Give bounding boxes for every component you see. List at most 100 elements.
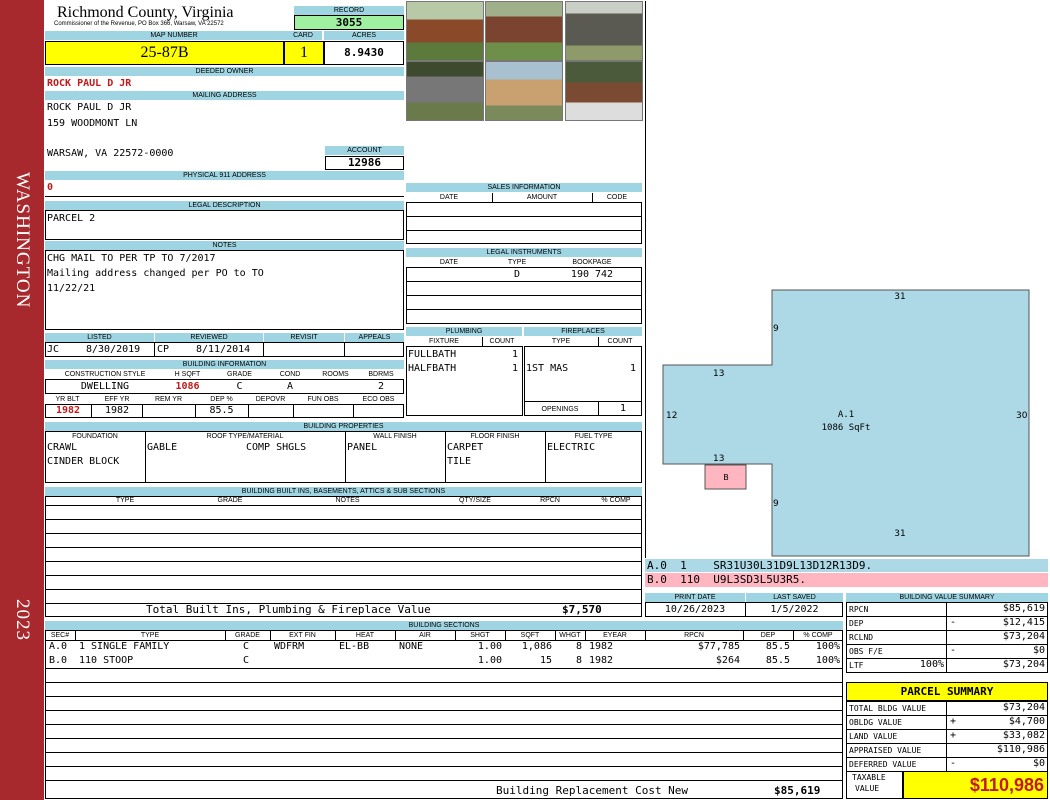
area-label: A.1 bbox=[838, 410, 854, 420]
bldg-grade: C bbox=[236, 381, 243, 392]
section-sec: B.0 bbox=[49, 655, 68, 666]
dim-right: 30 bbox=[1016, 411, 1028, 421]
mail-line-2: 159 WOODMONT LN bbox=[47, 118, 138, 129]
appeals-label: APPEALS bbox=[345, 333, 404, 342]
bedrooms: 2 bbox=[377, 381, 385, 392]
account-value: 12986 bbox=[325, 156, 404, 170]
note-line-3: 11/22/21 bbox=[47, 283, 96, 294]
bvs-key: LTF bbox=[849, 661, 864, 670]
record-label: RECORD bbox=[294, 6, 404, 15]
property-photo-2 bbox=[485, 1, 563, 61]
bldg-cond: A bbox=[286, 381, 294, 392]
section-col-air: AIR bbox=[419, 632, 431, 639]
fireplaces-label: FIREPLACES bbox=[524, 327, 642, 336]
floor-finish-1: CARPET bbox=[447, 442, 484, 453]
summary-sign: - bbox=[950, 758, 957, 769]
legal-description: PARCEL 2 bbox=[47, 213, 96, 224]
record-value: 3055 bbox=[294, 15, 404, 30]
plumbing-fixture-2: HALFBATH bbox=[408, 363, 457, 374]
dim-notch-top: 13 bbox=[713, 369, 724, 379]
dim-bottom: 31 bbox=[894, 529, 905, 539]
section-type: 110 STOOP bbox=[79, 655, 134, 666]
property-photo-1 bbox=[406, 1, 484, 61]
section-col-heat: HEAT bbox=[355, 632, 375, 639]
summary-key: TOTAL BLDG VALUE bbox=[849, 704, 927, 713]
legal-description-label: LEGAL DESCRIPTION bbox=[45, 201, 404, 210]
section-col-grade: GRADE bbox=[235, 632, 260, 639]
instrument-type: D bbox=[513, 269, 521, 280]
property-photo-4 bbox=[406, 61, 484, 121]
plumbing-fixture-1: FULLBATH bbox=[408, 349, 457, 360]
mailing-address-label: MAILING ADDRESS bbox=[45, 91, 404, 100]
section-grade: C bbox=[242, 641, 250, 652]
section-dep: 85.5 bbox=[765, 641, 790, 652]
construction-style: DWELLING bbox=[80, 381, 130, 392]
bvs-value: $12,415 bbox=[1002, 617, 1045, 628]
bvs-key: RPCN bbox=[849, 605, 869, 614]
dim-leftmost: 12 bbox=[666, 411, 677, 421]
print-date: 10/26/2023 bbox=[664, 604, 726, 615]
note-line-2: Mailing address changed per PO to TO bbox=[47, 268, 264, 279]
reviewed-label: REVIEWED bbox=[155, 333, 263, 342]
replacement-cost-label: Building Replacement Cost New bbox=[496, 784, 689, 797]
section-col-comp: % COMP bbox=[803, 632, 833, 639]
summary-value: $0 bbox=[1032, 758, 1045, 769]
listed-date: 8/30/2019 bbox=[86, 344, 141, 355]
account-label: ACCOUNT bbox=[325, 146, 404, 155]
sketch-line-b: B.0 110 U9L3SD3L5U3R5. bbox=[647, 573, 806, 586]
section-type: 1 SINGLE FAMILY bbox=[79, 641, 170, 652]
listed-label: LISTED bbox=[45, 333, 154, 342]
county-title: Richmond County, Virginia bbox=[57, 4, 234, 21]
section-comp: 100% bbox=[815, 655, 840, 666]
physical-address-label: PHYSICAL 911 ADDRESS bbox=[45, 171, 404, 180]
foundation-1: CRAWL bbox=[47, 442, 78, 453]
summary-key: OBLDG VALUE bbox=[849, 718, 902, 727]
side-label-bottom: WASHINGTON bbox=[12, 171, 33, 309]
builtins-total-label: Total Built Ins, Plumbing & Fireplace Va… bbox=[146, 603, 431, 616]
card-label: CARD bbox=[284, 31, 322, 40]
section-rpcn: $264 bbox=[715, 655, 740, 666]
taxable-label-2: VALUE bbox=[855, 784, 880, 793]
bvs-value: $0 bbox=[1032, 645, 1045, 656]
section-col-ext: EXT FIN bbox=[289, 632, 316, 639]
roof-type: GABLE bbox=[147, 442, 178, 453]
replacement-cost: $85,619 bbox=[774, 784, 821, 797]
property-photo-3 bbox=[565, 1, 643, 61]
sketch-area: 31 31 9 9 30 12 13 13 A.1 1086 SqFt B bbox=[645, 1, 1048, 558]
side-bar: WASHINGTON 2023 bbox=[0, 0, 44, 800]
sales-info-label: SALES INFORMATION bbox=[406, 183, 642, 192]
section-eyear: 1982 bbox=[589, 641, 614, 652]
last-saved-date: 1/5/2022 bbox=[770, 604, 819, 615]
section-whgt: 8 bbox=[575, 641, 582, 652]
section-shgt: 1.00 bbox=[477, 641, 502, 652]
summary-value: $73,204 bbox=[1002, 702, 1045, 713]
section-sqft: 1,086 bbox=[521, 641, 552, 652]
note-line-1: CHG MAIL TO PER TP TO 7/2017 bbox=[47, 253, 216, 264]
effective-year: 1982 bbox=[104, 405, 130, 416]
taxable-value: $110,986 bbox=[903, 771, 1048, 799]
bvs-value: $73,204 bbox=[1002, 631, 1045, 642]
summary-value: $33,082 bbox=[1002, 730, 1045, 741]
taxable-label-1: TAXABLE bbox=[852, 773, 886, 782]
summary-key: LAND VALUE bbox=[849, 732, 898, 741]
reviewed-by: CP bbox=[157, 344, 170, 355]
section-comp: 100% bbox=[815, 641, 840, 652]
reviewed-date: 8/11/2014 bbox=[196, 344, 251, 355]
section-dep: 85.5 bbox=[765, 655, 790, 666]
building-info-label: BUILDING INFORMATION bbox=[45, 360, 404, 369]
property-photo-5 bbox=[485, 61, 563, 121]
section-heat: EL-BB bbox=[339, 641, 370, 652]
deeded-owner-label: DEEDED OWNER bbox=[45, 67, 404, 76]
wall-finish: PANEL bbox=[347, 442, 378, 453]
bvs-multiplier: 100% bbox=[919, 659, 944, 670]
fireplace-openings: 1 bbox=[619, 403, 626, 414]
bvs-sign: - bbox=[950, 617, 957, 628]
summary-key: DEFERRED VALUE bbox=[849, 760, 917, 769]
year-built: 1982 bbox=[55, 405, 81, 416]
section-rpcn: $77,785 bbox=[697, 641, 740, 652]
physical-address: 0 bbox=[47, 182, 54, 193]
map-number: 25-87B bbox=[45, 41, 284, 65]
mail-line-3: WARSAW, VA 22572-0000 bbox=[47, 148, 174, 159]
floor-finish-2: TILE bbox=[447, 456, 472, 467]
dim-left-lower: 9 bbox=[773, 499, 779, 509]
